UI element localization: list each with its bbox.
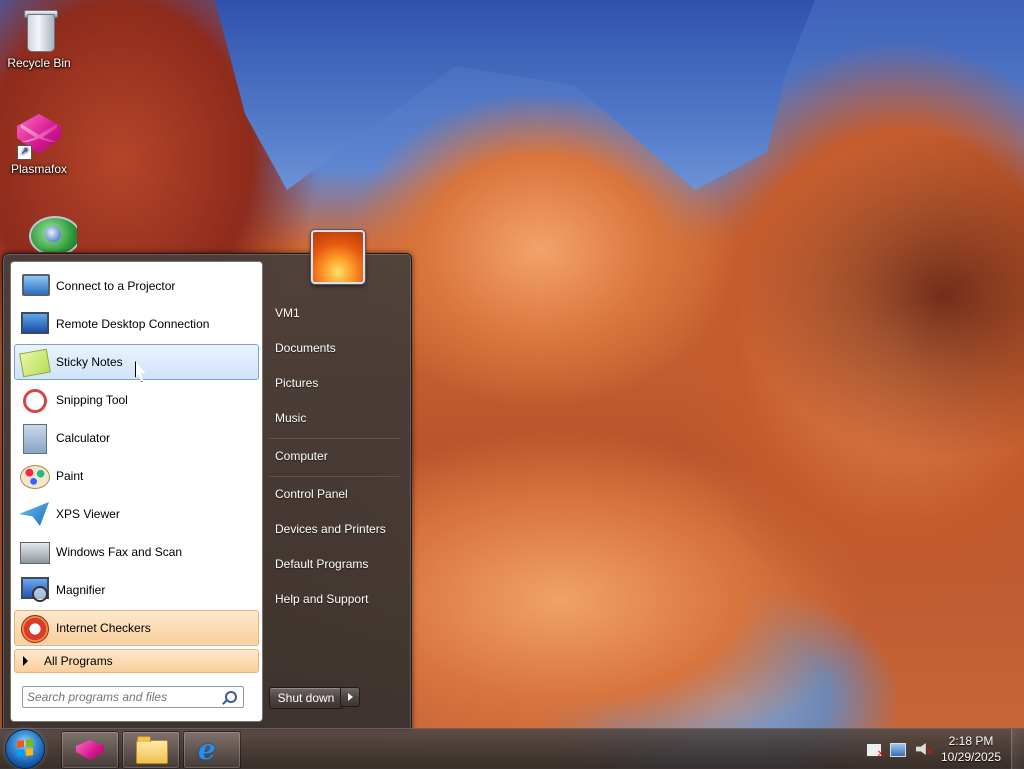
start-right-music[interactable]: Music (267, 404, 402, 432)
shortcut-arrow-icon: ↗ (17, 145, 32, 160)
taskbar-plasmafox[interactable] (61, 731, 119, 769)
program-snipping-tool[interactable]: Snipping Tool (14, 382, 259, 418)
search-icon[interactable] (225, 691, 237, 703)
program-label: Internet Checkers (56, 621, 151, 635)
program-paint[interactable]: Paint (14, 458, 259, 494)
projector-icon (18, 270, 50, 302)
xps-viewer-icon (18, 498, 50, 530)
show-desktop-button[interactable] (1011, 729, 1024, 769)
internet-checkers-icon (18, 612, 50, 644)
network-icon[interactable] (890, 743, 906, 757)
start-right-control-panel[interactable]: Control Panel (267, 480, 402, 508)
taskbar: e ✕ 2:18 PM 10/29/2025 (0, 728, 1024, 769)
triangle-right-icon (23, 656, 28, 666)
start-search-box[interactable] (22, 686, 244, 708)
paint-icon (18, 460, 50, 492)
start-right-default-programs[interactable]: Default Programs (267, 550, 402, 578)
sticky-notes-icon (18, 346, 51, 378)
search-input[interactable] (27, 689, 217, 705)
program-label: Connect to a Projector (56, 279, 176, 293)
program-label: Snipping Tool (56, 393, 128, 407)
program-internet-checkers[interactable]: Internet Checkers (14, 610, 259, 646)
internet-explorer-icon: e (198, 733, 216, 766)
right-separator (269, 438, 401, 439)
desktop-icon-label: Recycle Bin (7, 56, 71, 70)
file-explorer-icon (136, 736, 168, 764)
browser-globe-icon (15, 216, 77, 252)
start-right-devices-printers[interactable]: Devices and Printers (267, 515, 402, 543)
desktop-icon-label: Plasmafox (10, 162, 68, 176)
taskbar-file-explorer[interactable] (122, 731, 180, 769)
program-label: Sticky Notes (56, 355, 123, 369)
program-fax-and-scan[interactable]: Windows Fax and Scan (14, 534, 259, 570)
program-calculator[interactable]: Calculator (14, 420, 259, 456)
mute-x-icon: ✕ (925, 747, 934, 758)
snipping-tool-icon (18, 384, 50, 416)
wallpaper-sky (215, 0, 815, 190)
start-menu: Connect to a Projector Remote Desktop Co… (2, 230, 412, 730)
right-separator (269, 476, 401, 477)
desktop-icon-recycle-bin[interactable]: Recycle Bin (1, 6, 77, 70)
start-right-user[interactable]: VM1 (267, 299, 402, 327)
program-magnifier[interactable]: Magnifier (14, 572, 259, 608)
calculator-icon (18, 422, 50, 454)
plasmafox-icon: ↗ (15, 112, 63, 160)
desktop-icon-plasmafox[interactable]: ↗ Plasmafox (1, 112, 77, 176)
taskbar-clock[interactable]: 2:18 PM 10/29/2025 (936, 733, 1006, 765)
remote-desktop-icon (18, 308, 50, 340)
plasmafox-icon (76, 740, 104, 760)
program-remote-desktop[interactable]: Remote Desktop Connection (14, 306, 259, 342)
start-right-pictures[interactable]: Pictures (267, 369, 402, 397)
all-programs-button[interactable]: All Programs (14, 649, 259, 673)
fax-scan-icon (18, 536, 50, 568)
start-right-help-support[interactable]: Help and Support (267, 585, 402, 613)
start-button[interactable] (6, 730, 44, 768)
clock-date: 10/29/2025 (940, 750, 1002, 764)
windows-logo-icon (17, 739, 33, 757)
program-label: Calculator (56, 431, 111, 445)
shut-down-options-button[interactable] (340, 687, 360, 707)
program-connect-to-projector[interactable]: Connect to a Projector (14, 268, 259, 304)
program-xps-viewer[interactable]: XPS Viewer (14, 496, 259, 532)
start-right-documents[interactable]: Documents (267, 334, 402, 362)
recycle-bin-icon (15, 6, 63, 54)
program-label: Windows Fax and Scan (56, 545, 183, 559)
action-center-flag-icon[interactable] (866, 743, 885, 760)
taskbar-internet-explorer[interactable]: e (183, 731, 241, 769)
program-label: Paint (56, 469, 84, 483)
wallpaper-shadow (740, 130, 1024, 460)
program-label: Magnifier (56, 583, 106, 597)
desktop-icon-browser[interactable] (1, 216, 77, 252)
user-picture[interactable] (311, 230, 365, 284)
program-label: XPS Viewer (56, 507, 120, 521)
program-label: Remote Desktop Connection (56, 317, 210, 331)
clock-time: 2:18 PM (948, 734, 994, 748)
programs-separator (19, 644, 254, 645)
start-right-computer[interactable]: Computer (267, 442, 402, 470)
start-menu-programs-pane: Connect to a Projector Remote Desktop Co… (10, 261, 263, 722)
shut-down-button[interactable]: Shut down (269, 687, 343, 709)
magnifier-icon (18, 574, 50, 606)
all-programs-label: All Programs (44, 654, 113, 668)
